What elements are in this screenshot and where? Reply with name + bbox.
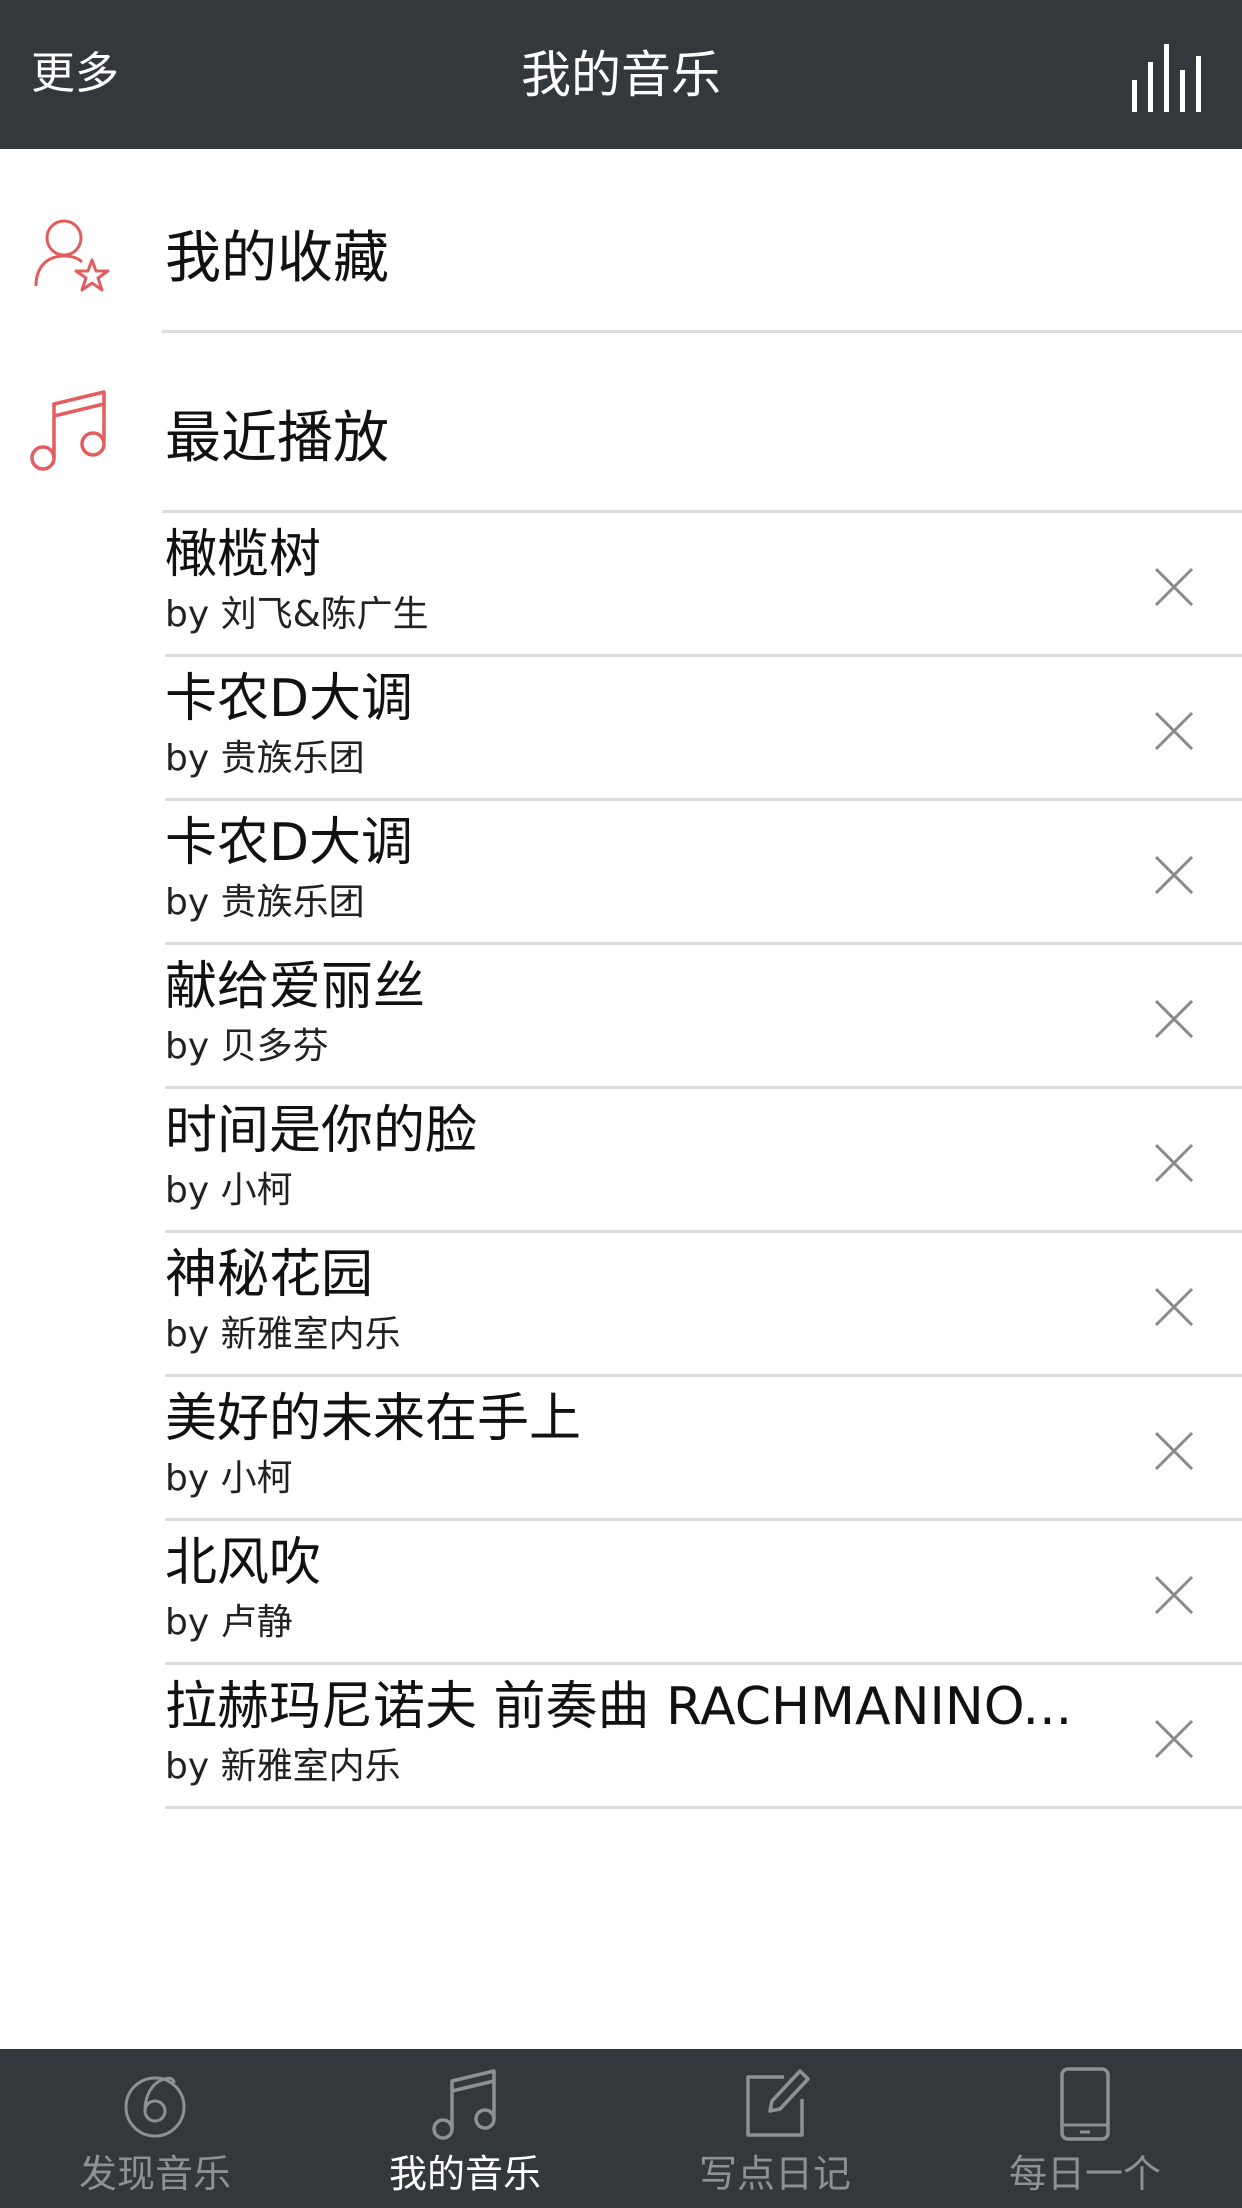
recent-label: 最近播放 — [165, 406, 389, 471]
song-title: 献给爱丽丝 — [165, 957, 426, 1017]
song-title: 神秘花园 — [165, 1245, 374, 1305]
tab-label: 写点日记 — [698, 2152, 851, 2196]
close-icon[interactable] — [1152, 853, 1196, 897]
song-title: 时间是你的脸 — [165, 1101, 478, 1161]
tab-write-diary[interactable]: 写点日记 — [620, 2049, 930, 2208]
close-icon[interactable] — [1152, 1285, 1196, 1329]
song-artist: by 卢静 — [165, 1602, 293, 1643]
song-artist: by 新雅室内乐 — [165, 1314, 401, 1355]
song-artist: by 小柯 — [165, 1458, 293, 1499]
music-note-icon — [432, 2069, 496, 2140]
song-row[interactable]: 卡农D大调 by 贵族乐团 — [0, 657, 1242, 801]
song-row[interactable]: 卡农D大调 by 贵族乐团 — [0, 801, 1242, 945]
row-divider — [165, 1806, 1242, 1809]
song-row[interactable]: 时间是你的脸 by 小柯 — [0, 1089, 1242, 1233]
song-artist: by 贵族乐团 — [165, 738, 365, 779]
tab-label: 发现音乐 — [78, 2152, 231, 2196]
recent-row[interactable]: 最近播放 — [0, 350, 1242, 530]
close-icon[interactable] — [1152, 709, 1196, 753]
equalizer-icon[interactable] — [1128, 40, 1204, 114]
disc-icon — [124, 2076, 186, 2138]
song-title: 北风吹 — [165, 1533, 322, 1593]
close-icon[interactable] — [1152, 997, 1196, 1041]
close-icon[interactable] — [1152, 1717, 1196, 1761]
edit-icon — [746, 2069, 810, 2137]
tab-daily-one[interactable]: 每日一个 — [930, 2049, 1240, 2208]
user-star-icon — [34, 219, 110, 292]
song-artist: by 刘飞&陈广生 — [165, 594, 429, 635]
page-title: 我的音乐 — [521, 46, 721, 104]
music-note-icon — [30, 390, 106, 471]
song-artist: by 小柯 — [165, 1170, 293, 1211]
close-icon[interactable] — [1152, 565, 1196, 609]
song-row[interactable]: 橄榄树 by 刘飞&陈广生 — [0, 513, 1242, 657]
tab-label: 我的音乐 — [388, 2152, 541, 2196]
close-icon[interactable] — [1152, 1141, 1196, 1185]
song-row[interactable]: 神秘花园 by 新雅室内乐 — [0, 1233, 1242, 1377]
song-title: 卡农D大调 — [165, 813, 414, 873]
song-title: 橄榄树 — [165, 525, 322, 585]
section-divider — [162, 330, 1242, 333]
song-title: 卡农D大调 — [165, 669, 414, 729]
tab-label: 每日一个 — [1008, 2152, 1161, 2196]
song-artist: by 贵族乐团 — [165, 882, 365, 923]
song-row[interactable]: 拉赫玛尼诺夫 前奏曲 RACHMANINO... by 新雅室内乐 — [0, 1665, 1242, 1809]
song-title: 拉赫玛尼诺夫 前奏曲 RACHMANINO... — [165, 1677, 1073, 1737]
tab-discover-music[interactable]: 发现音乐 — [0, 2049, 310, 2208]
phone-icon — [1060, 2067, 1110, 2141]
close-icon[interactable] — [1152, 1573, 1196, 1617]
tab-my-music[interactable]: 我的音乐 — [310, 2049, 620, 2208]
song-title: 美好的未来在手上 — [165, 1389, 582, 1449]
bottom-tab-bar: 发现音乐 我的音乐 写点日记 每日一个 — [0, 2049, 1242, 2208]
favorites-label: 我的收藏 — [165, 226, 389, 291]
favorites-row[interactable]: 我的收藏 — [0, 170, 1242, 350]
close-icon[interactable] — [1152, 1429, 1196, 1473]
song-artist: by 贝多芬 — [165, 1026, 329, 1067]
song-row[interactable]: 美好的未来在手上 by 小柯 — [0, 1377, 1242, 1521]
song-row[interactable]: 北风吹 by 卢静 — [0, 1521, 1242, 1665]
song-artist: by 新雅室内乐 — [165, 1746, 401, 1787]
song-row[interactable]: 献给爱丽丝 by 贝多芬 — [0, 945, 1242, 1089]
top-bar: 更多 我的音乐 — [0, 0, 1242, 149]
